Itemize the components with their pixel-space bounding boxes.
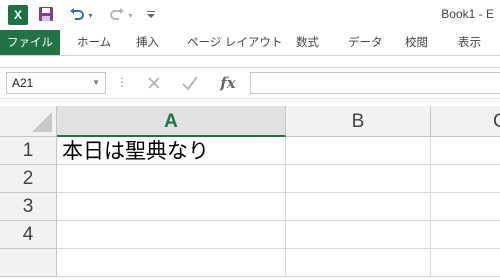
column-header-b[interactable]: B bbox=[286, 106, 431, 137]
tab-file[interactable]: ファイル bbox=[0, 30, 60, 55]
worksheet-grid: A B C 1 2 3 4 本日は聖典なり bbox=[0, 106, 500, 280]
row-header-3[interactable]: 3 bbox=[0, 193, 57, 221]
insert-function-icon[interactable]: fx bbox=[212, 72, 244, 94]
ribbon-tabs: ファイル ホーム 挿入 ページ レイアウト 数式 データ 校閲 表示 bbox=[0, 30, 500, 55]
cell-b4[interactable] bbox=[286, 221, 431, 249]
title-bar: X ▾ ▾ Book1 - E bbox=[0, 0, 500, 30]
cell-a3[interactable] bbox=[57, 193, 286, 221]
cell-a4[interactable] bbox=[57, 221, 286, 249]
cell-c5[interactable] bbox=[431, 249, 500, 277]
formula-bar: A21 ▼ ⋮ fx bbox=[0, 68, 500, 98]
undo-dropdown-icon[interactable]: ▾ bbox=[88, 11, 92, 20]
formula-bar-grip-icon[interactable]: ⋮ bbox=[116, 76, 128, 88]
cell-b2[interactable] bbox=[286, 165, 431, 193]
cell-b3[interactable] bbox=[286, 193, 431, 221]
redo-dropdown-icon[interactable]: ▾ bbox=[128, 11, 132, 20]
redo-icon[interactable]: ▾ bbox=[106, 5, 136, 25]
tab-review[interactable]: 校閲 bbox=[405, 30, 428, 55]
save-icon[interactable] bbox=[37, 5, 55, 23]
cell-c4[interactable] bbox=[431, 221, 500, 249]
column-header-a[interactable]: A bbox=[57, 106, 286, 137]
enter-check-icon[interactable] bbox=[176, 72, 204, 94]
row-header-2[interactable]: 2 bbox=[0, 165, 57, 193]
formula-input[interactable] bbox=[250, 72, 500, 94]
tab-insert[interactable]: 挿入 bbox=[136, 30, 159, 55]
name-box-dropdown-icon[interactable]: ▼ bbox=[92, 73, 100, 93]
cell-b5[interactable] bbox=[286, 249, 431, 277]
undo-icon[interactable]: ▾ bbox=[66, 5, 96, 25]
tab-home[interactable]: ホーム bbox=[77, 30, 111, 55]
cell-c1[interactable] bbox=[431, 137, 500, 165]
tab-view[interactable]: 表示 bbox=[458, 30, 481, 55]
cell-a1[interactable]: 本日は聖典なり bbox=[57, 137, 286, 165]
name-box[interactable]: A21 ▼ bbox=[6, 72, 106, 94]
row-header-5[interactable] bbox=[0, 249, 57, 277]
cell-a5[interactable] bbox=[57, 249, 286, 277]
tab-page-layout[interactable]: ページ レイアウト bbox=[187, 30, 282, 55]
tab-data[interactable]: データ bbox=[348, 30, 383, 55]
row-header-4[interactable]: 4 bbox=[0, 221, 57, 249]
excel-logo-icon[interactable]: X bbox=[8, 5, 28, 25]
cell-b1[interactable] bbox=[286, 137, 431, 165]
customize-toolbar-icon[interactable] bbox=[146, 5, 156, 25]
column-header-c[interactable]: C bbox=[431, 106, 500, 137]
window-title: Book1 - E bbox=[441, 7, 494, 21]
tab-formulas[interactable]: 数式 bbox=[296, 30, 319, 55]
name-box-value: A21 bbox=[12, 76, 34, 90]
cell-a2[interactable] bbox=[57, 165, 286, 193]
cell-c3[interactable] bbox=[431, 193, 500, 221]
cell-c2[interactable] bbox=[431, 165, 500, 193]
select-all-triangle-icon bbox=[32, 112, 52, 132]
formula-bar-divider bbox=[0, 98, 500, 99]
cancel-icon[interactable] bbox=[140, 72, 168, 94]
row-header-1[interactable]: 1 bbox=[0, 137, 57, 165]
select-all-corner[interactable] bbox=[0, 106, 57, 137]
